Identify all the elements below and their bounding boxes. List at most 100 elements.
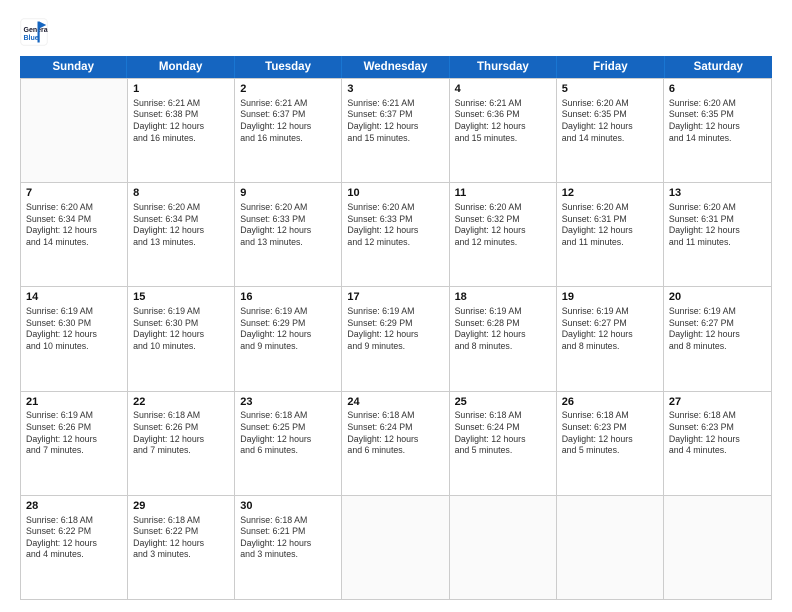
- day-number-14: 14: [26, 290, 122, 305]
- empty-cell: [664, 496, 771, 599]
- day-cell-14: 14Sunrise: 6:19 AM Sunset: 6:30 PM Dayli…: [21, 287, 128, 390]
- day-cell-17: 17Sunrise: 6:19 AM Sunset: 6:29 PM Dayli…: [342, 287, 449, 390]
- day-number-29: 29: [133, 499, 229, 514]
- day-cell-10: 10Sunrise: 6:20 AM Sunset: 6:33 PM Dayli…: [342, 183, 449, 286]
- empty-cell: [342, 496, 449, 599]
- day-info-19: Sunrise: 6:19 AM Sunset: 6:27 PM Dayligh…: [562, 306, 658, 352]
- day-info-23: Sunrise: 6:18 AM Sunset: 6:25 PM Dayligh…: [240, 410, 336, 456]
- day-number-19: 19: [562, 290, 658, 305]
- day-info-16: Sunrise: 6:19 AM Sunset: 6:29 PM Dayligh…: [240, 306, 336, 352]
- day-info-24: Sunrise: 6:18 AM Sunset: 6:24 PM Dayligh…: [347, 410, 443, 456]
- day-cell-24: 24Sunrise: 6:18 AM Sunset: 6:24 PM Dayli…: [342, 392, 449, 495]
- day-number-11: 11: [455, 186, 551, 201]
- calendar-row-3: 14Sunrise: 6:19 AM Sunset: 6:30 PM Dayli…: [21, 286, 771, 390]
- day-cell-19: 19Sunrise: 6:19 AM Sunset: 6:27 PM Dayli…: [557, 287, 664, 390]
- day-cell-27: 27Sunrise: 6:18 AM Sunset: 6:23 PM Dayli…: [664, 392, 771, 495]
- day-number-28: 28: [26, 499, 122, 514]
- day-number-1: 1: [133, 82, 229, 97]
- day-info-17: Sunrise: 6:19 AM Sunset: 6:29 PM Dayligh…: [347, 306, 443, 352]
- weekday-header-friday: Friday: [557, 56, 664, 78]
- day-info-8: Sunrise: 6:20 AM Sunset: 6:34 PM Dayligh…: [133, 202, 229, 248]
- day-cell-7: 7Sunrise: 6:20 AM Sunset: 6:34 PM Daylig…: [21, 183, 128, 286]
- day-number-7: 7: [26, 186, 122, 201]
- day-info-5: Sunrise: 6:20 AM Sunset: 6:35 PM Dayligh…: [562, 98, 658, 144]
- svg-text:General: General: [24, 27, 49, 34]
- day-number-4: 4: [455, 82, 551, 97]
- day-cell-18: 18Sunrise: 6:19 AM Sunset: 6:28 PM Dayli…: [450, 287, 557, 390]
- calendar-row-5: 28Sunrise: 6:18 AM Sunset: 6:22 PM Dayli…: [21, 495, 771, 599]
- day-number-23: 23: [240, 395, 336, 410]
- day-number-17: 17: [347, 290, 443, 305]
- day-number-16: 16: [240, 290, 336, 305]
- day-number-10: 10: [347, 186, 443, 201]
- empty-cell: [450, 496, 557, 599]
- day-info-28: Sunrise: 6:18 AM Sunset: 6:22 PM Dayligh…: [26, 515, 122, 561]
- day-number-12: 12: [562, 186, 658, 201]
- day-info-29: Sunrise: 6:18 AM Sunset: 6:22 PM Dayligh…: [133, 515, 229, 561]
- day-cell-3: 3Sunrise: 6:21 AM Sunset: 6:37 PM Daylig…: [342, 79, 449, 182]
- day-info-6: Sunrise: 6:20 AM Sunset: 6:35 PM Dayligh…: [669, 98, 766, 144]
- day-number-15: 15: [133, 290, 229, 305]
- day-number-6: 6: [669, 82, 766, 97]
- weekday-header-thursday: Thursday: [450, 56, 557, 78]
- day-number-3: 3: [347, 82, 443, 97]
- day-cell-2: 2Sunrise: 6:21 AM Sunset: 6:37 PM Daylig…: [235, 79, 342, 182]
- day-info-27: Sunrise: 6:18 AM Sunset: 6:23 PM Dayligh…: [669, 410, 766, 456]
- day-info-13: Sunrise: 6:20 AM Sunset: 6:31 PM Dayligh…: [669, 202, 766, 248]
- day-number-2: 2: [240, 82, 336, 97]
- day-cell-22: 22Sunrise: 6:18 AM Sunset: 6:26 PM Dayli…: [128, 392, 235, 495]
- empty-cell: [557, 496, 664, 599]
- day-info-9: Sunrise: 6:20 AM Sunset: 6:33 PM Dayligh…: [240, 202, 336, 248]
- day-cell-23: 23Sunrise: 6:18 AM Sunset: 6:25 PM Dayli…: [235, 392, 342, 495]
- logo-icon: General Blue: [20, 18, 48, 46]
- day-info-26: Sunrise: 6:18 AM Sunset: 6:23 PM Dayligh…: [562, 410, 658, 456]
- calendar: SundayMondayTuesdayWednesdayThursdayFrid…: [20, 56, 772, 600]
- day-info-4: Sunrise: 6:21 AM Sunset: 6:36 PM Dayligh…: [455, 98, 551, 144]
- day-number-30: 30: [240, 499, 336, 514]
- weekday-header-wednesday: Wednesday: [342, 56, 449, 78]
- day-cell-13: 13Sunrise: 6:20 AM Sunset: 6:31 PM Dayli…: [664, 183, 771, 286]
- day-number-25: 25: [455, 395, 551, 410]
- day-info-25: Sunrise: 6:18 AM Sunset: 6:24 PM Dayligh…: [455, 410, 551, 456]
- calendar-body: 1Sunrise: 6:21 AM Sunset: 6:38 PM Daylig…: [20, 78, 772, 600]
- day-info-20: Sunrise: 6:19 AM Sunset: 6:27 PM Dayligh…: [669, 306, 766, 352]
- day-cell-6: 6Sunrise: 6:20 AM Sunset: 6:35 PM Daylig…: [664, 79, 771, 182]
- day-cell-16: 16Sunrise: 6:19 AM Sunset: 6:29 PM Dayli…: [235, 287, 342, 390]
- day-cell-4: 4Sunrise: 6:21 AM Sunset: 6:36 PM Daylig…: [450, 79, 557, 182]
- day-info-18: Sunrise: 6:19 AM Sunset: 6:28 PM Dayligh…: [455, 306, 551, 352]
- day-cell-25: 25Sunrise: 6:18 AM Sunset: 6:24 PM Dayli…: [450, 392, 557, 495]
- day-number-26: 26: [562, 395, 658, 410]
- empty-cell: [21, 79, 128, 182]
- page: General Blue SundayMondayTuesdayWednesda…: [0, 0, 792, 612]
- day-number-18: 18: [455, 290, 551, 305]
- weekday-header-saturday: Saturday: [665, 56, 772, 78]
- weekday-header-tuesday: Tuesday: [235, 56, 342, 78]
- day-number-22: 22: [133, 395, 229, 410]
- day-cell-9: 9Sunrise: 6:20 AM Sunset: 6:33 PM Daylig…: [235, 183, 342, 286]
- day-cell-1: 1Sunrise: 6:21 AM Sunset: 6:38 PM Daylig…: [128, 79, 235, 182]
- day-cell-21: 21Sunrise: 6:19 AM Sunset: 6:26 PM Dayli…: [21, 392, 128, 495]
- day-number-21: 21: [26, 395, 122, 410]
- day-number-5: 5: [562, 82, 658, 97]
- day-info-15: Sunrise: 6:19 AM Sunset: 6:30 PM Dayligh…: [133, 306, 229, 352]
- calendar-row-1: 1Sunrise: 6:21 AM Sunset: 6:38 PM Daylig…: [21, 78, 771, 182]
- calendar-row-2: 7Sunrise: 6:20 AM Sunset: 6:34 PM Daylig…: [21, 182, 771, 286]
- day-info-2: Sunrise: 6:21 AM Sunset: 6:37 PM Dayligh…: [240, 98, 336, 144]
- day-cell-26: 26Sunrise: 6:18 AM Sunset: 6:23 PM Dayli…: [557, 392, 664, 495]
- day-info-7: Sunrise: 6:20 AM Sunset: 6:34 PM Dayligh…: [26, 202, 122, 248]
- logo: General Blue: [20, 18, 52, 46]
- day-info-1: Sunrise: 6:21 AM Sunset: 6:38 PM Dayligh…: [133, 98, 229, 144]
- svg-text:Blue: Blue: [24, 35, 39, 42]
- day-number-24: 24: [347, 395, 443, 410]
- calendar-header: SundayMondayTuesdayWednesdayThursdayFrid…: [20, 56, 772, 78]
- day-info-10: Sunrise: 6:20 AM Sunset: 6:33 PM Dayligh…: [347, 202, 443, 248]
- day-cell-28: 28Sunrise: 6:18 AM Sunset: 6:22 PM Dayli…: [21, 496, 128, 599]
- day-info-12: Sunrise: 6:20 AM Sunset: 6:31 PM Dayligh…: [562, 202, 658, 248]
- day-cell-15: 15Sunrise: 6:19 AM Sunset: 6:30 PM Dayli…: [128, 287, 235, 390]
- weekday-header-sunday: Sunday: [20, 56, 127, 78]
- day-number-13: 13: [669, 186, 766, 201]
- day-number-8: 8: [133, 186, 229, 201]
- day-info-14: Sunrise: 6:19 AM Sunset: 6:30 PM Dayligh…: [26, 306, 122, 352]
- calendar-row-4: 21Sunrise: 6:19 AM Sunset: 6:26 PM Dayli…: [21, 391, 771, 495]
- day-cell-20: 20Sunrise: 6:19 AM Sunset: 6:27 PM Dayli…: [664, 287, 771, 390]
